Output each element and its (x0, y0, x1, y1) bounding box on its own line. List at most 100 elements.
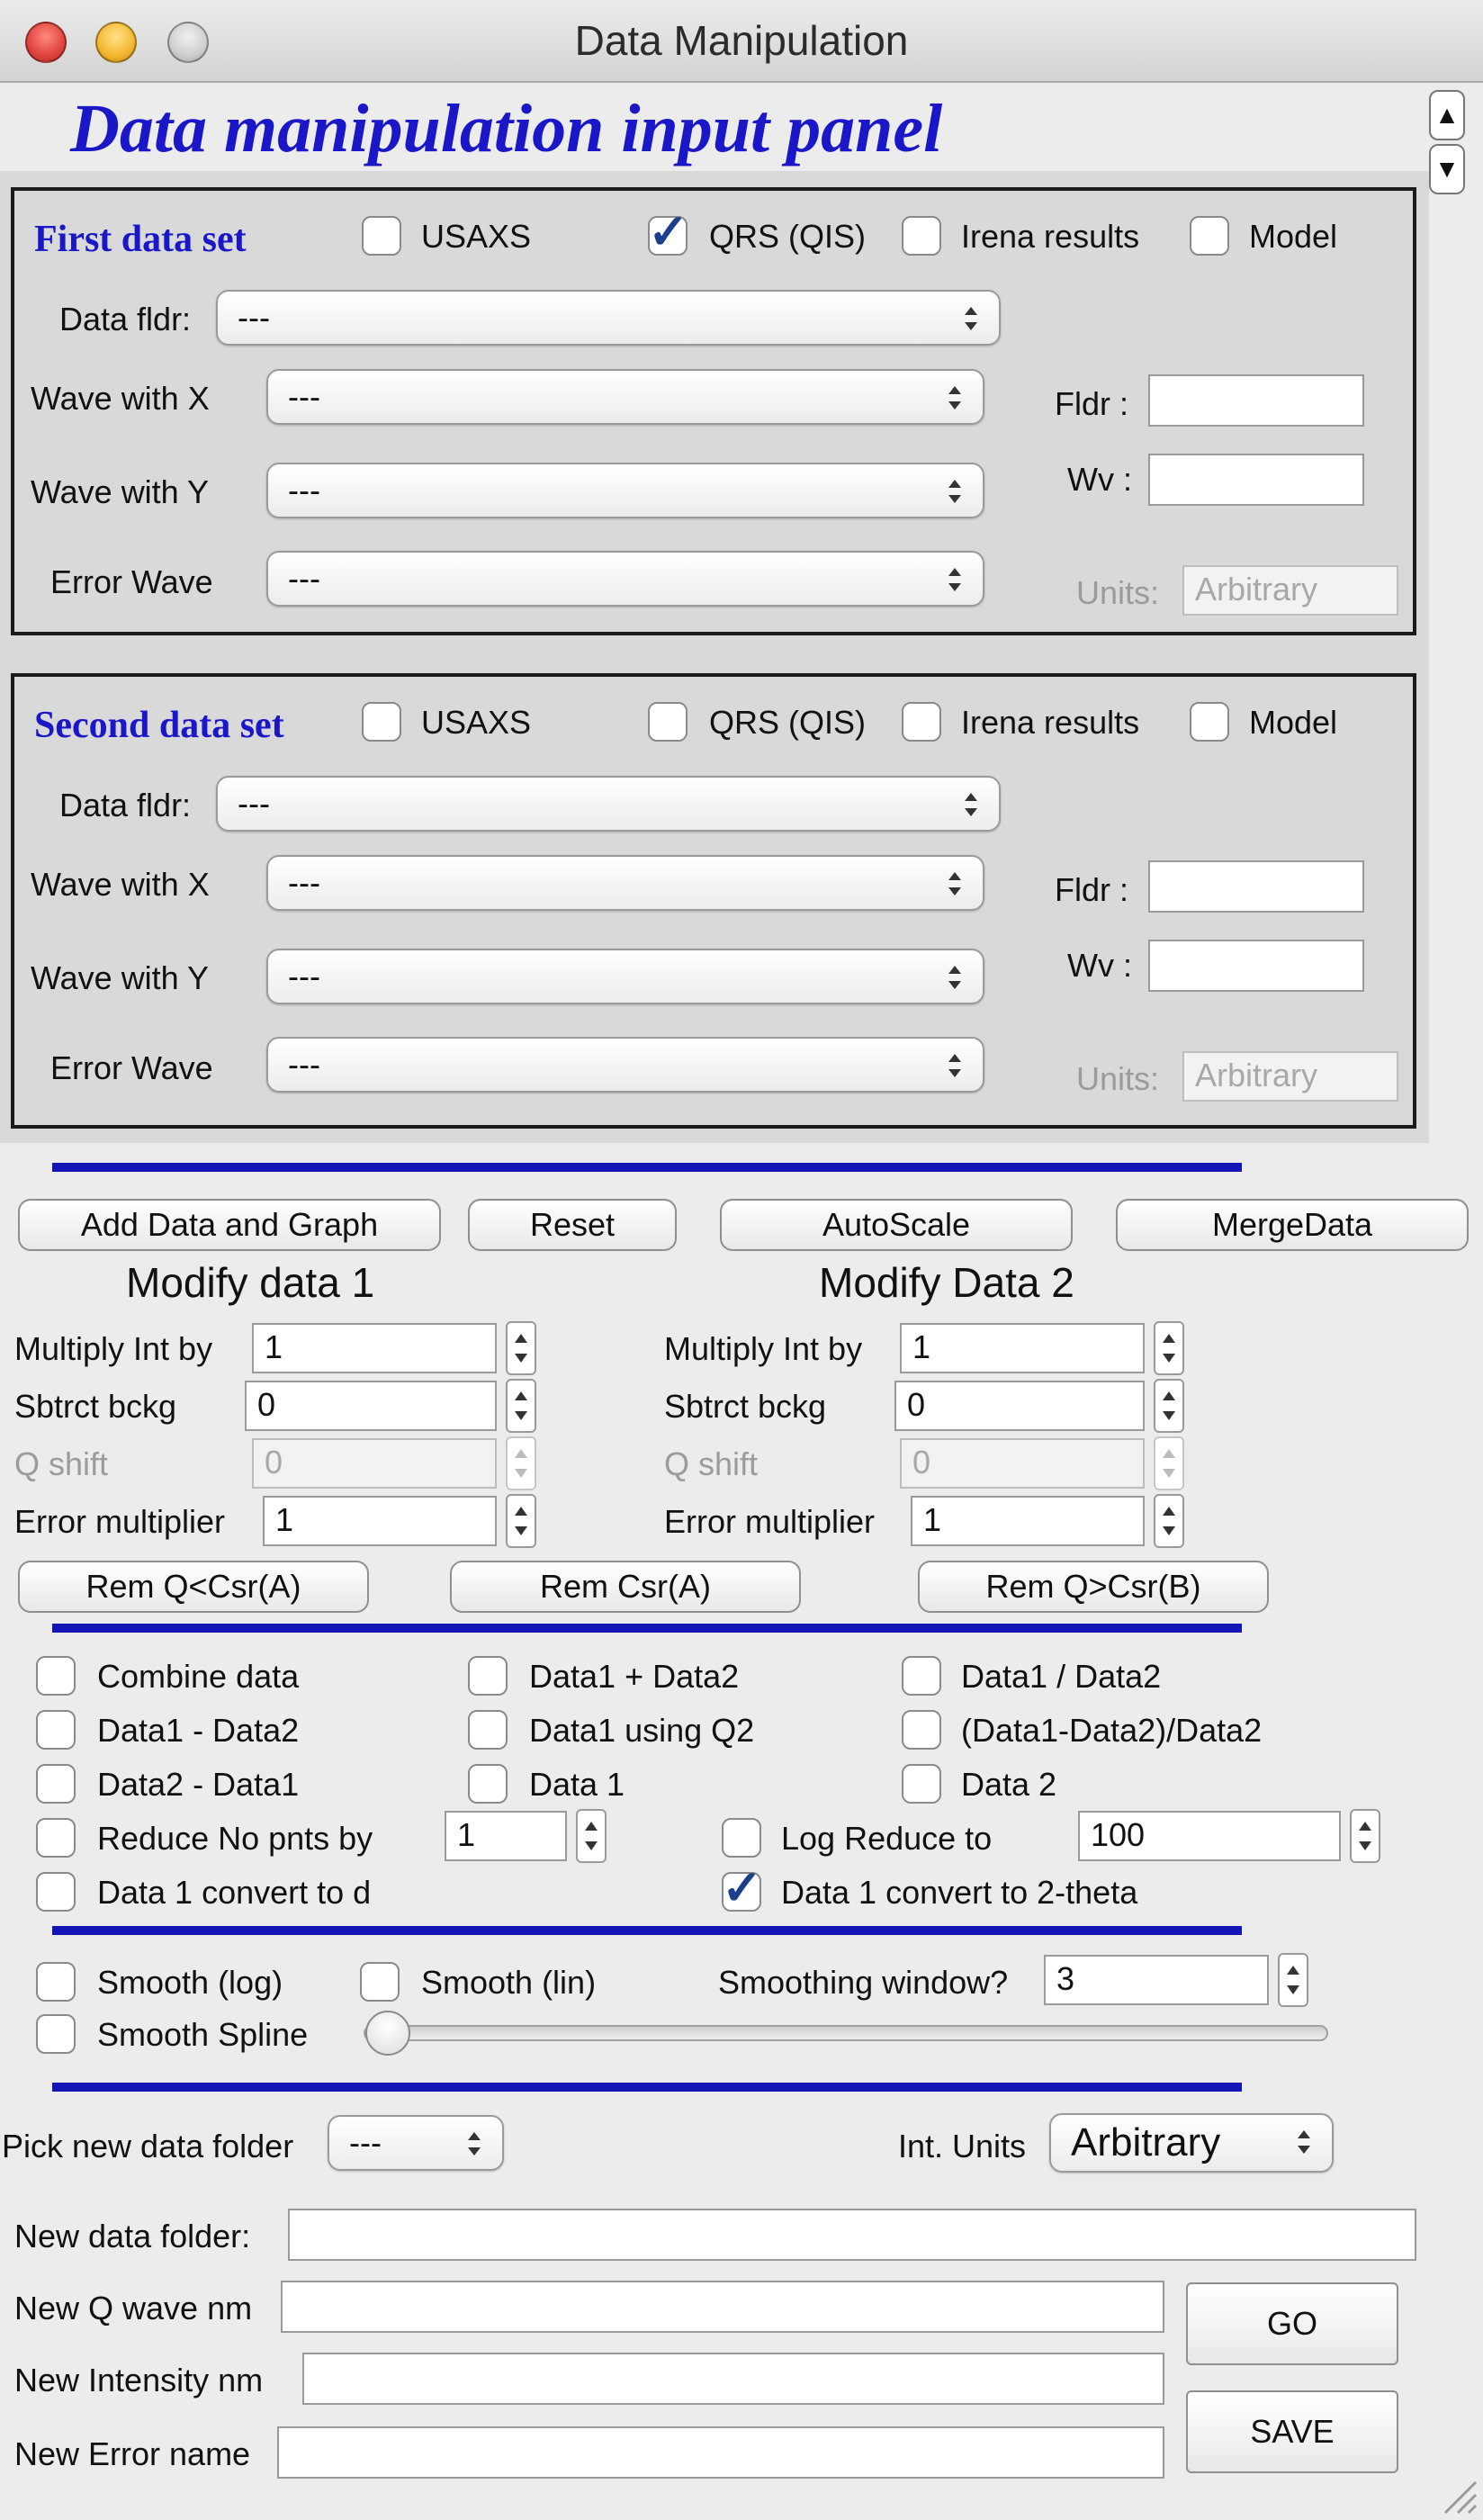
first-wave-x-popup[interactable]: --- (266, 369, 984, 425)
second-data-fldr-popup[interactable]: --- (216, 776, 1001, 832)
chevron-updown-icon (948, 1054, 961, 1077)
first-units-value: Arbitrary (1195, 571, 1318, 608)
data1-div-data2-checkbox[interactable] (902, 1656, 941, 1696)
separator-line (52, 1163, 1242, 1172)
first-model-label: Model (1249, 218, 1338, 255)
first-usaxs-checkbox[interactable] (362, 216, 401, 256)
m1-multiply-stepper[interactable] (506, 1321, 536, 1375)
data-1-checkbox[interactable] (468, 1764, 508, 1804)
second-irena-checkbox[interactable] (902, 702, 941, 742)
m2-error-multiplier-stepper[interactable] (1154, 1494, 1184, 1548)
second-error-wave-value: --- (288, 1046, 320, 1083)
rem-q-lt-csr-a-button[interactable]: Rem Q<Csr(A) (18, 1561, 369, 1613)
m2-sbtrct-value: 0 (907, 1386, 926, 1423)
convert-to-d-checkbox[interactable] (36, 1872, 76, 1912)
m1-sbtrct-stepper[interactable] (506, 1379, 536, 1433)
smoothing-slider-knob[interactable] (365, 2011, 410, 2056)
m2-error-multiplier-label: Error multiplier (664, 1503, 876, 1540)
data2-minus-data1-checkbox[interactable] (36, 1764, 76, 1804)
reduce-points-stepper[interactable] (576, 1809, 607, 1863)
data-2-checkbox[interactable] (902, 1764, 941, 1804)
data1-using-q2-checkbox[interactable] (468, 1710, 508, 1750)
new-data-folder-field[interactable] (288, 2209, 1416, 2261)
m2-multiply-stepper[interactable] (1154, 1321, 1184, 1375)
new-intensity-field[interactable] (302, 2353, 1164, 2405)
chevron-updown-icon (468, 2132, 481, 2156)
int-units-value: Arbitrary (1071, 2120, 1221, 2164)
pick-new-folder-label: Pick new data folder (2, 2128, 294, 2164)
m2-sbtrct-field[interactable]: 0 (894, 1381, 1145, 1431)
first-fldr-label: Fldr : (1055, 385, 1129, 422)
chevron-updown-icon (965, 307, 977, 330)
pick-new-folder-popup[interactable]: --- (328, 2115, 504, 2171)
second-error-wave-popup[interactable]: --- (266, 1037, 984, 1093)
relative-difference-checkbox[interactable] (902, 1710, 941, 1750)
smooth-log-checkbox[interactable] (36, 1962, 76, 2002)
second-wave-x-label: Wave with X (31, 866, 210, 903)
reduce-points-label: Reduce No pnts by (97, 1820, 373, 1857)
smooth-lin-checkbox[interactable] (360, 1962, 400, 2002)
m2-error-multiplier-field[interactable]: 1 (911, 1496, 1145, 1546)
m1-error-multiplier-field[interactable]: 1 (263, 1496, 497, 1546)
m1-error-multiplier-stepper[interactable] (506, 1494, 536, 1548)
second-model-checkbox[interactable] (1190, 702, 1229, 742)
log-reduce-stepper[interactable] (1350, 1809, 1380, 1863)
second-wave-y-popup[interactable]: --- (266, 949, 984, 1004)
second-fldr-field[interactable] (1148, 860, 1364, 913)
second-data-fldr-value: --- (238, 785, 270, 822)
log-reduce-checkbox[interactable] (722, 1818, 761, 1858)
log-reduce-field[interactable]: 100 (1078, 1811, 1341, 1861)
add-data-and-graph-button[interactable]: Add Data and Graph (18, 1199, 441, 1251)
new-q-wave-label: New Q wave nm (14, 2290, 253, 2326)
new-error-name-field[interactable] (277, 2426, 1164, 2479)
reduce-points-checkbox[interactable] (36, 1818, 76, 1858)
first-units-field: Arbitrary (1182, 565, 1398, 616)
title-bar[interactable]: Data Manipulation (0, 0, 1483, 83)
autoscale-button[interactable]: AutoScale (720, 1199, 1073, 1251)
first-wv-label: Wv : (1067, 461, 1132, 498)
second-wv-field[interactable] (1148, 940, 1364, 992)
merge-data-button[interactable]: MergeData (1116, 1199, 1469, 1251)
scroll-up-icon[interactable]: ▲ (1429, 90, 1465, 140)
reset-button[interactable]: Reset (468, 1199, 677, 1251)
second-qrs-checkbox[interactable] (648, 702, 688, 742)
first-wave-y-popup[interactable]: --- (266, 463, 984, 518)
first-fldr-field[interactable] (1148, 374, 1364, 427)
go-button[interactable]: GO (1186, 2282, 1398, 2365)
second-wave-x-popup[interactable]: --- (266, 855, 984, 911)
stepper-arrows-icon (1163, 1449, 1175, 1478)
scroll-down-icon[interactable]: ▼ (1429, 144, 1465, 194)
first-model-checkbox[interactable] (1190, 216, 1229, 256)
m2-sbtrct-stepper[interactable] (1154, 1379, 1184, 1433)
m2-sbtrct-label: Sbtrct bckg (664, 1388, 827, 1425)
reduce-points-field[interactable]: 1 (445, 1811, 567, 1861)
save-button[interactable]: SAVE (1186, 2390, 1398, 2473)
smoothing-slider-track[interactable] (364, 2025, 1328, 2041)
int-units-popup[interactable]: Arbitrary (1049, 2113, 1334, 2173)
data1-minus-data2-checkbox[interactable] (36, 1710, 76, 1750)
m1-multiply-field[interactable]: 1 (252, 1323, 497, 1373)
m2-error-multiplier-value: 1 (923, 1501, 942, 1538)
stepper-arrows-icon (515, 1391, 527, 1420)
smoothing-window-stepper[interactable] (1278, 1953, 1308, 2007)
second-data-set-title: Second data set (34, 705, 284, 746)
first-error-wave-popup[interactable]: --- (266, 551, 984, 607)
m2-multiply-field[interactable]: 1 (900, 1323, 1145, 1373)
data1-plus-data2-checkbox[interactable] (468, 1656, 508, 1696)
m1-sbtrct-field[interactable]: 0 (245, 1381, 497, 1431)
first-wave-x-label: Wave with X (31, 380, 210, 417)
new-q-wave-field[interactable] (281, 2281, 1164, 2333)
rem-q-gt-csr-b-button[interactable]: Rem Q>Csr(B) (918, 1561, 1269, 1613)
combine-data-checkbox[interactable] (36, 1656, 76, 1696)
first-wv-field[interactable] (1148, 454, 1364, 506)
rem-csr-a-button[interactable]: Rem Csr(A) (450, 1561, 801, 1613)
second-units-label: Units: (1076, 1060, 1160, 1097)
smooth-spline-checkbox[interactable] (36, 2014, 76, 2054)
resize-grip-icon[interactable] (1433, 2470, 1479, 2516)
smoothing-window-field[interactable]: 3 (1044, 1955, 1269, 2005)
second-usaxs-checkbox[interactable] (362, 702, 401, 742)
first-data-fldr-popup[interactable]: --- (216, 290, 1001, 346)
m1-multiply-label: Multiply Int by (14, 1330, 213, 1367)
second-error-wave-label: Error Wave (50, 1049, 213, 1086)
first-irena-checkbox[interactable] (902, 216, 941, 256)
